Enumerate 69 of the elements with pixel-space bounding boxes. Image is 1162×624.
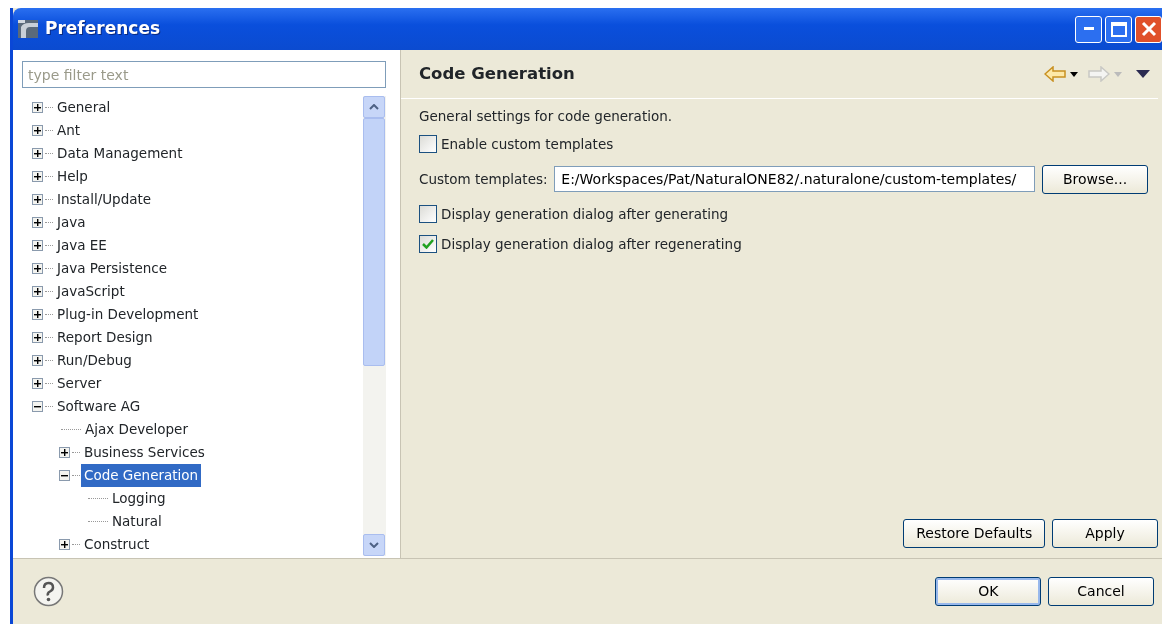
description: General settings for code generation.	[419, 106, 674, 126]
tree-item[interactable]: Install/Update	[54, 188, 155, 211]
page-title: Code Generation	[419, 62, 575, 85]
field-label: Custom templates:	[419, 170, 548, 190]
restore-defaults-button[interactable]: Restore Defaults	[903, 519, 1046, 548]
cancel-button[interactable]: Cancel	[1048, 577, 1154, 606]
dropdown-caret-icon[interactable]	[1070, 71, 1078, 77]
tree-item[interactable]: Java EE	[54, 234, 110, 257]
collapse-icon[interactable]	[32, 401, 43, 412]
tree-item[interactable]: JavaScript	[54, 280, 128, 303]
collapse-icon[interactable]	[59, 470, 70, 481]
filter-field[interactable]: type filter text	[22, 61, 386, 88]
checkbox-label: Display generation dialog after generating	[441, 205, 729, 225]
tree-item[interactable]: Natural	[109, 510, 165, 533]
ok-button[interactable]: OK	[935, 577, 1042, 606]
expand-icon[interactable]	[32, 102, 43, 113]
close-icon	[1140, 21, 1157, 37]
tree-item[interactable]: General	[54, 96, 114, 119]
expand-icon[interactable]	[32, 332, 43, 343]
checkbox[interactable]	[419, 235, 437, 254]
tree-item[interactable]: Java Persistence	[54, 257, 171, 280]
expand-icon[interactable]	[32, 355, 43, 366]
tree-item[interactable]: Server	[54, 372, 105, 395]
app-icon	[17, 19, 39, 39]
checkbox-label: Display generation dialog after regenerating	[441, 235, 742, 255]
view-menu-icon[interactable]	[1136, 70, 1150, 78]
expand-icon[interactable]	[32, 171, 43, 182]
maximize-icon	[1110, 21, 1127, 37]
expand-icon[interactable]	[32, 240, 43, 251]
expand-icon[interactable]	[32, 194, 43, 205]
tree-item[interactable]: Construct	[81, 533, 153, 556]
minimize-icon	[1083, 27, 1094, 31]
scrollbar-thumb[interactable]	[363, 118, 385, 366]
expand-icon[interactable]	[32, 148, 43, 159]
expand-icon[interactable]	[32, 286, 43, 297]
tree-item[interactable]: Business Services	[81, 441, 208, 464]
tree-item[interactable]: Logging	[109, 487, 169, 510]
tree-item[interactable]: Software AG	[54, 395, 144, 418]
expand-icon[interactable]	[59, 539, 70, 550]
checkbox[interactable]	[419, 205, 437, 224]
path-field[interactable]: E:/Workspaces/Pat/NaturalONE82/.naturalone/custom-templates/	[554, 166, 1036, 193]
tree-item[interactable]: Code Generation	[81, 464, 202, 487]
window-title: Preferences	[45, 17, 161, 41]
expand-icon[interactable]	[32, 309, 43, 320]
caret-down-icon	[369, 542, 379, 548]
checkbox-label: Enable custom templates	[441, 135, 614, 155]
tree-item[interactable]: Plug-in Development	[54, 303, 202, 326]
minimize-button[interactable]	[1075, 15, 1102, 43]
tree-item[interactable]: Java	[54, 211, 89, 234]
expand-icon[interactable]	[32, 125, 43, 136]
tree-item[interactable]: Ant	[54, 119, 84, 142]
browse-button[interactable]: Browse...	[1042, 164, 1149, 194]
scroll-up-button[interactable]	[363, 96, 385, 118]
tree-item[interactable]: Help	[54, 165, 91, 188]
close-button[interactable]	[1135, 15, 1162, 43]
tree-item[interactable]: Run/Debug	[54, 349, 135, 372]
expand-icon[interactable]	[59, 447, 70, 458]
caret-up-icon	[369, 104, 379, 110]
expand-icon[interactable]	[32, 217, 43, 228]
scroll-down-button[interactable]	[363, 534, 385, 556]
checkbox[interactable]	[419, 135, 437, 154]
help-icon[interactable]	[33, 576, 64, 607]
tree-item[interactable]: Ajax Developer	[82, 418, 191, 441]
expand-icon[interactable]	[32, 263, 43, 274]
apply-button[interactable]: Apply	[1052, 519, 1158, 548]
tree-item[interactable]: Report Design	[54, 326, 156, 349]
maximize-button[interactable]	[1105, 15, 1132, 43]
tree-item[interactable]: Data Management	[54, 142, 186, 165]
expand-icon[interactable]	[32, 378, 43, 389]
